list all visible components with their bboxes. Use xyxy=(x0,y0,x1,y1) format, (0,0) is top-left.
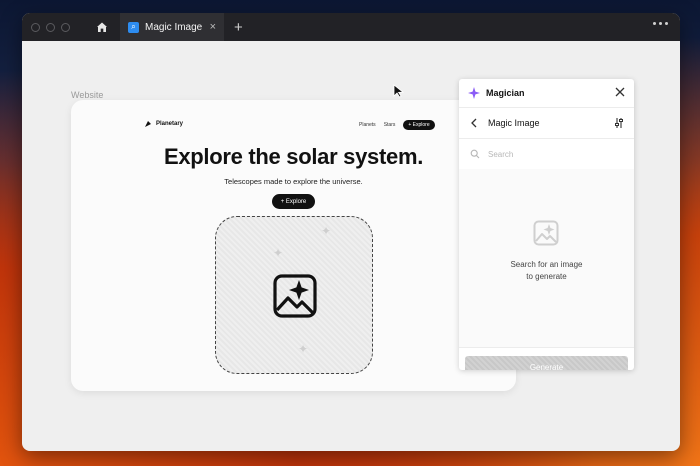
planet-logo-icon xyxy=(145,121,151,127)
sparkle-icon: ✦ xyxy=(321,224,332,238)
window-controls xyxy=(31,22,70,32)
tab-close-icon[interactable]: × xyxy=(210,21,216,33)
website-frame[interactable]: Planetary Planets Stars + Explore Explor… xyxy=(71,100,516,391)
magician-panel: Magician Magic Image Search Search for a… xyxy=(459,79,634,370)
app-window: ⌕ Magic Image × + Website Planetary Plan… xyxy=(22,13,680,451)
home-icon xyxy=(97,22,107,32)
nav-explore-button[interactable]: + Explore xyxy=(403,120,435,130)
site-logo: Planetary xyxy=(144,120,183,128)
nav-planets-link[interactable]: Planets xyxy=(359,122,376,128)
magician-sparkle-icon xyxy=(468,87,480,99)
search-icon xyxy=(470,149,480,159)
title-bar: ⌕ Magic Image × + xyxy=(22,13,680,41)
close-window-button[interactable] xyxy=(31,22,40,32)
search-input[interactable] xyxy=(486,148,630,160)
settings-sliders-icon[interactable] xyxy=(613,117,625,129)
empty-state-text: Search for an image to generate xyxy=(459,259,634,283)
tab-title: Magic Image xyxy=(145,21,203,33)
empty-state-line-1: Search for an image xyxy=(510,260,583,269)
generate-button[interactable]: Generate xyxy=(465,356,628,370)
empty-state-line-2: to generate xyxy=(526,272,567,281)
image-placeholder[interactable]: ✦ ✦ ✦ xyxy=(215,216,373,374)
zoom-window-button[interactable] xyxy=(61,22,70,32)
more-options-icon[interactable] xyxy=(653,22,668,25)
sparkle-icon: ✦ xyxy=(298,342,309,356)
minimize-window-button[interactable] xyxy=(46,22,55,32)
sparkle-icon: ✦ xyxy=(273,246,284,260)
frame-label: Website xyxy=(71,90,104,100)
close-icon[interactable] xyxy=(615,87,625,97)
panel-title: Magician xyxy=(486,88,525,98)
explore-button[interactable]: + Explore xyxy=(272,194,315,209)
empty-state: Search for an image to generate xyxy=(459,169,634,347)
panel-subheader: Magic Image xyxy=(459,108,634,139)
magnifier-favicon-icon: ⌕ xyxy=(128,21,139,33)
panel-footer: Generate xyxy=(459,347,634,370)
site-headline: Explore the solar system. xyxy=(163,144,424,169)
nav-stars-link[interactable]: Stars xyxy=(384,122,396,128)
home-button[interactable] xyxy=(92,17,112,37)
back-chevron-icon[interactable] xyxy=(470,118,478,128)
panel-header: Magician xyxy=(459,79,634,108)
panel-subtitle: Magic Image xyxy=(488,118,540,128)
site-logo-text: Planetary xyxy=(156,121,184,127)
site-subheadline: Telescopes made to explore the universe. xyxy=(224,177,363,186)
mouse-cursor-icon xyxy=(393,84,405,98)
tab-magic-image[interactable]: ⌕ Magic Image × xyxy=(120,13,224,41)
new-tab-button[interactable]: + xyxy=(234,20,243,35)
search-row xyxy=(459,139,634,170)
image-placeholder-icon xyxy=(533,220,559,246)
magic-image-icon xyxy=(273,274,317,318)
site-nav: Planets Stars + Explore xyxy=(359,120,435,130)
